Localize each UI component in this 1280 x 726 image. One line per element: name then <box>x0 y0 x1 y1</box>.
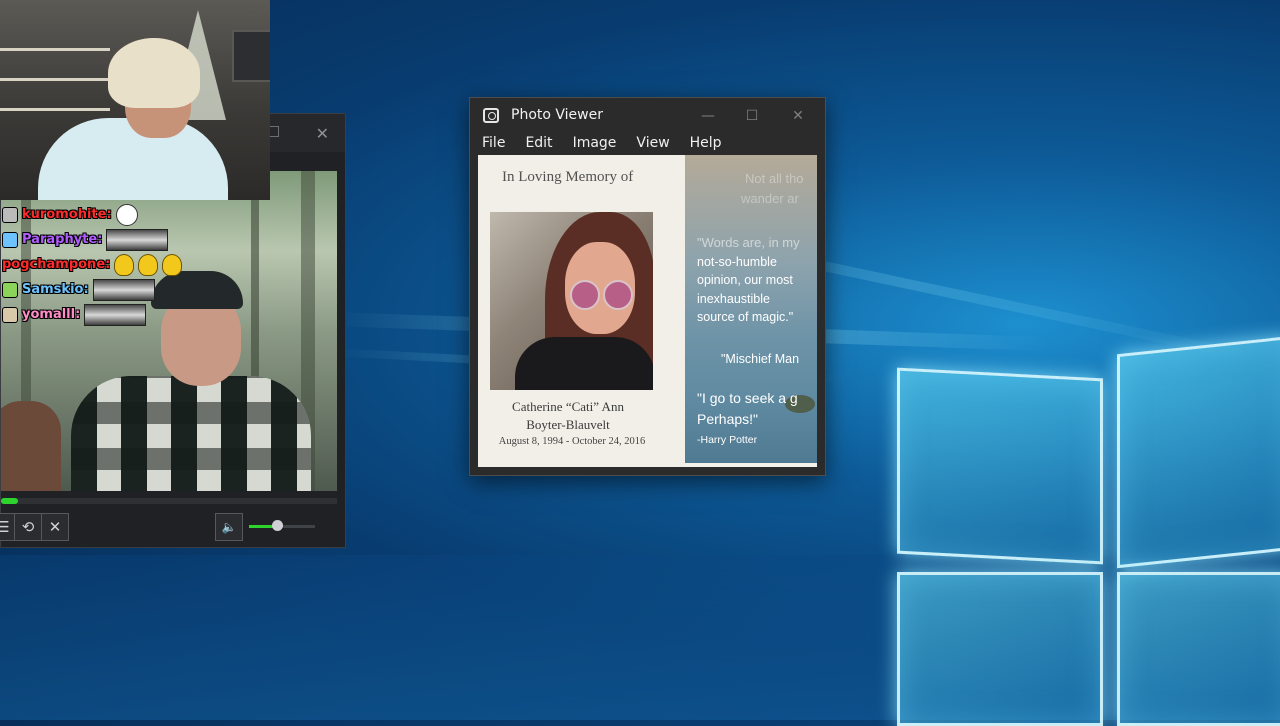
chat-emote-icon <box>162 253 183 276</box>
menu-file[interactable]: File <box>470 132 513 154</box>
memorial-header: In Loving Memory of <box>502 169 634 185</box>
chat-badge-icon <box>2 306 18 323</box>
chat-emote-icon <box>106 228 169 251</box>
chat-message: pogchampone: <box>2 252 202 277</box>
memorial-name-line1: Catherine “Cati” Ann <box>512 399 624 414</box>
quote-line: source of magic." <box>697 310 794 324</box>
menu-image[interactable]: Image <box>561 132 625 154</box>
photo-viewer-app-icon <box>483 108 499 123</box>
menu-edit[interactable]: Edit <box>513 132 560 154</box>
seek-bar[interactable] <box>1 498 337 504</box>
chat-emote-icon <box>92 278 155 301</box>
minimize-button[interactable]: — <box>697 107 719 125</box>
photo-viewer-titlebar[interactable]: Photo Viewer — ☐ ✕ <box>470 98 825 134</box>
windows-logo-pane-tl <box>897 367 1103 565</box>
windows-logo-pane-tr <box>1117 335 1280 569</box>
chat-message: Samskio: <box>2 277 202 302</box>
quote2-attribution: -Harry Potter <box>697 434 758 446</box>
quote-line: inexhaustible <box>697 292 770 306</box>
chat-message: Paraphyte: <box>2 227 202 252</box>
maximize-button[interactable]: ☐ <box>741 107 763 125</box>
memorial-name-line2: Boyter-Blauvelt <box>526 417 610 432</box>
quote2-line1: "I go to seek a g <box>697 390 798 406</box>
close-player-button[interactable]: ✕ <box>41 513 69 541</box>
seek-bar-fill <box>1 498 18 504</box>
chat-message: kuromohite: <box>2 202 202 227</box>
chat-username: pogchampone: <box>2 257 111 272</box>
chat-badge-icon <box>2 231 18 248</box>
quote-faint-line1: Not all tho <box>745 171 804 186</box>
chat-username: kuromohite: <box>22 207 112 222</box>
quote-line: not-so-humble <box>697 255 777 269</box>
quote-attribution: "Mischief Man <box>721 352 800 366</box>
portrait-photo <box>490 212 653 390</box>
chat-emote-icon <box>114 253 135 276</box>
quote-line: opinion, our most <box>697 273 793 287</box>
volume-icon[interactable]: 🔈 <box>215 513 243 541</box>
menu-view[interactable]: View <box>624 132 677 154</box>
photo-viewer-window[interactable]: Photo Viewer — ☐ ✕ File Edit Image View … <box>469 97 826 476</box>
quote2-line2: Perhaps!" <box>697 411 759 427</box>
chat-badge-icon <box>2 206 18 223</box>
window-title: Photo Viewer <box>511 107 603 123</box>
close-icon[interactable]: ✕ <box>316 124 329 143</box>
windows-logo-pane-bl <box>897 572 1103 726</box>
webcam-overlay <box>0 0 270 200</box>
menu-help[interactable]: Help <box>678 132 730 154</box>
windows-logo-pane-br <box>1117 572 1280 726</box>
chat-message: yomalll: <box>2 302 202 327</box>
chat-username: Samskio: <box>22 282 89 297</box>
close-button[interactable]: ✕ <box>787 107 809 125</box>
chat-emote-icon <box>115 203 138 226</box>
volume-slider-handle[interactable] <box>271 520 283 531</box>
displayed-image: In Loving Memory of Catherine “Cati” Ann… <box>478 155 817 467</box>
chat-emote-icon <box>138 253 159 276</box>
quote-faint-line2: wander ar <box>741 191 799 206</box>
quote-faint-line3: "Words are, in my <box>697 235 800 250</box>
chat-emote-icon <box>84 303 147 326</box>
quote-panel: Not all tho wander ar "Words are, in my … <box>685 155 817 463</box>
chat-username: yomalll: <box>22 307 81 322</box>
chat-username: Paraphyte: <box>22 232 103 247</box>
loop-button[interactable]: ⟲ <box>14 513 42 541</box>
memorial-dates: August 8, 1994 - October 24, 2016 <box>498 436 646 447</box>
chat-badge-icon <box>2 281 18 298</box>
menu-bar: File Edit Image View Help <box>470 132 730 154</box>
chat-overlay: kuromohite: Paraphyte: pogchampone: Samskio… <box>2 202 202 327</box>
